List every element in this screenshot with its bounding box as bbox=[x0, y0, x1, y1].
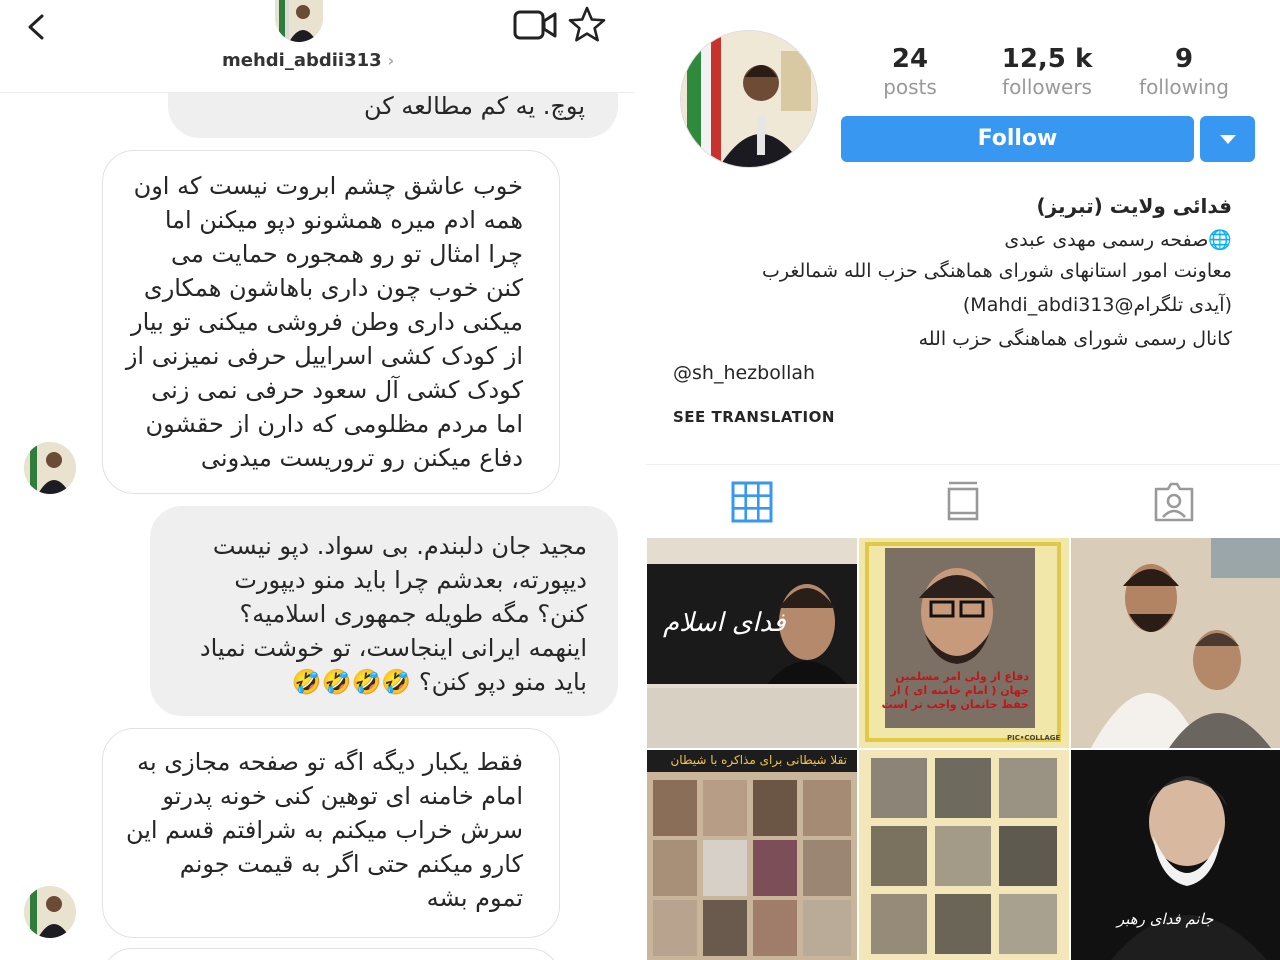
back-arrow-icon[interactable] bbox=[22, 10, 52, 44]
followers-count[interactable]: 12,5 k followers bbox=[996, 44, 1098, 100]
post-thumbnail[interactable] bbox=[859, 750, 1069, 960]
post-caption: تقلا شیطانی برای مذاکره با شیطان bbox=[670, 753, 847, 767]
post-watermark: PIC•COLLAGE bbox=[1007, 734, 1061, 742]
avatar[interactable] bbox=[24, 442, 76, 494]
bio-line: کانال رسمی شورای هماهنگی حزب الله bbox=[918, 328, 1232, 350]
avatar[interactable] bbox=[24, 886, 76, 938]
post-thumbnail[interactable]: تقلا شیطانی برای مذاکره با شیطان bbox=[647, 750, 857, 960]
following-count[interactable]: 9 following bbox=[1136, 44, 1232, 100]
post-thumbnail[interactable]: جانم فدای رهبر bbox=[1071, 750, 1280, 960]
feed-view-icon[interactable] bbox=[941, 481, 985, 523]
profile-avatar[interactable] bbox=[680, 30, 818, 168]
bio-line: 🌐صفحه رسمی مهدی عبدی bbox=[1004, 229, 1232, 251]
profile-tabs bbox=[646, 464, 1280, 537]
post-thumbnail[interactable]: فدای اسلام bbox=[647, 538, 857, 748]
bio-line: (آیدی تلگرام@Mahdi_abdi313) bbox=[962, 294, 1232, 316]
chat-header: mehdi_abdii313 › bbox=[0, 0, 634, 93]
bio-line: معاونت امور استانهای شورای هماهنگی حزب ا… bbox=[761, 260, 1232, 282]
see-translation-link[interactable]: SEE TRANSLATION bbox=[673, 408, 835, 426]
panel-divider bbox=[634, 0, 646, 960]
message-text: خوب عاشق چشم ابروت نیست که اون همه ادم م… bbox=[125, 172, 523, 472]
stat-value: 12,5 k bbox=[1001, 44, 1093, 74]
message-bubble-them[interactable]: خوب عاشق چشم ابروت نیست که اون همه ادم م… bbox=[102, 150, 560, 494]
star-icon[interactable] bbox=[566, 4, 608, 46]
message-bubble-them[interactable]: فقط یکبار دیگه اگه تو صفحه مجازی به امام… bbox=[102, 728, 560, 938]
message-text: مجید جان دلبندم. بی سواد. دپو نیست دیپور… bbox=[199, 532, 587, 696]
stat-label: followers bbox=[1002, 75, 1092, 99]
message-text: پوچ. یه کم مطالعه کن bbox=[364, 92, 585, 120]
tagged-photos-icon[interactable] bbox=[1152, 481, 1196, 523]
bio-link[interactable]: @sh_hezbollah bbox=[673, 362, 1233, 384]
avatar[interactable] bbox=[275, 0, 323, 42]
grid-view-icon[interactable] bbox=[730, 481, 774, 523]
suggested-dropdown-button[interactable] bbox=[1200, 116, 1255, 162]
profile-display-name: فدائی ولایت (تبریز) bbox=[1036, 194, 1232, 218]
post-caption: جانم فدای رهبر bbox=[1117, 910, 1214, 928]
post-caption: فدای اسلام bbox=[663, 608, 786, 638]
chat-username[interactable]: mehdi_abdii313 › bbox=[222, 50, 394, 71]
username-text: mehdi_abdii313 bbox=[222, 50, 382, 71]
video-call-icon[interactable] bbox=[512, 8, 558, 42]
stat-value: 24 bbox=[891, 44, 929, 74]
post-caption: دفاع از ولی امر مسلمین جهان ( امام خامنه… bbox=[881, 670, 1029, 711]
stat-value: 9 bbox=[1174, 44, 1194, 74]
chevron-right-icon: › bbox=[387, 51, 395, 70]
direct-message-panel: mehdi_abdii313 › پوچ. یه کم مطالعه کن خوب… bbox=[0, 0, 634, 960]
stat-label: posts bbox=[883, 75, 937, 99]
message-text: فقط یکبار دیگه اگه تو صفحه مجازی به امام… bbox=[125, 748, 523, 912]
post-thumbnail[interactable]: دفاع از ولی امر مسلمین جهان ( امام خامنه… bbox=[859, 538, 1069, 748]
message-bubble-them[interactable] bbox=[102, 948, 560, 960]
follow-button[interactable]: Follow bbox=[841, 116, 1194, 162]
message-bubble-mine[interactable]: مجید جان دلبندم. بی سواد. دپو نیست دیپور… bbox=[150, 506, 618, 716]
posts-count[interactable]: 24 posts bbox=[868, 44, 952, 100]
post-thumbnail[interactable] bbox=[1071, 538, 1280, 748]
stat-label: following bbox=[1139, 75, 1229, 99]
profile-panel: 24 posts 12,5 k followers 9 following Fo… bbox=[646, 0, 1280, 960]
